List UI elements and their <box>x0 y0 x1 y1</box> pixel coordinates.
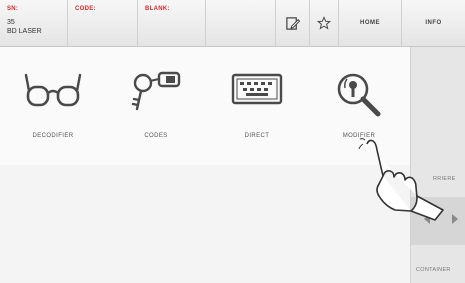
key-tag-icon <box>131 71 181 111</box>
empty-tile <box>206 165 309 283</box>
pointing-hand-icon <box>358 138 444 221</box>
sn-label: SN: <box>7 6 19 12</box>
arrow-right-icon[interactable] <box>451 213 459 225</box>
divider <box>205 0 206 46</box>
blank-label: BLANK: <box>145 6 170 12</box>
home-button[interactable]: HOME <box>339 0 401 46</box>
edit-button[interactable] <box>276 0 309 46</box>
tile-label: DECODIFIER <box>32 133 74 139</box>
tile-direct[interactable]: DIRECT <box>206 47 309 165</box>
info-button[interactable]: INFO <box>402 0 465 46</box>
function-grid: DECODIFIER CODES DIRECT MODIFIER <box>0 47 411 283</box>
empty-tile <box>106 165 207 283</box>
favorite-button[interactable] <box>310 0 338 46</box>
tile-decodifier[interactable]: DECODIFIER <box>0 47 107 165</box>
tile-label: CODES <box>144 133 168 139</box>
magnifier-key-icon <box>337 73 381 117</box>
divider <box>67 0 68 46</box>
tile-label: DIRECT <box>244 133 270 139</box>
empty-tile <box>0 165 107 283</box>
sn-value: 35 BD LASER <box>7 18 42 36</box>
top-bar: SN: 35 BD LASER CODE: BLANK: HOME INFO <box>0 0 465 47</box>
sn-value-line1: 35 <box>7 19 15 26</box>
sn-value-line2: BD LASER <box>7 28 42 35</box>
glasses-icon <box>24 73 82 107</box>
tile-codes[interactable]: CODES <box>106 47 207 165</box>
edit-icon <box>286 16 300 30</box>
star-icon <box>317 16 331 30</box>
divider <box>137 0 138 46</box>
keyboard-icon <box>231 73 283 105</box>
container-label[interactable]: CONTAINER <box>416 267 451 273</box>
code-label: CODE: <box>75 6 96 12</box>
